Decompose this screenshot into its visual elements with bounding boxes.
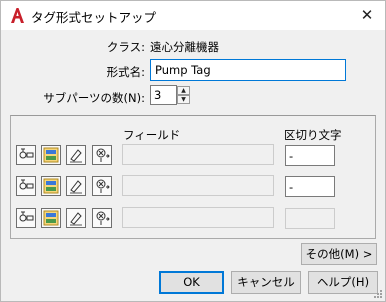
properties-list-icon	[43, 178, 59, 194]
select-object-icon	[19, 211, 34, 222]
ok-button[interactable]: OK	[159, 271, 224, 294]
edit-field-button[interactable]	[66, 176, 86, 196]
format-name-label: 形式名:	[106, 65, 145, 79]
properties-list-icon	[43, 147, 59, 163]
help-button[interactable]: ヘルプ(H)	[308, 271, 378, 294]
subparts-count-input[interactable]: 3	[150, 85, 177, 105]
resize-grip-icon[interactable]	[373, 289, 383, 299]
field-value-input[interactable]	[122, 207, 274, 228]
class-label: クラス:	[106, 40, 145, 54]
select-object-icon	[19, 179, 34, 190]
delimiter-input	[285, 208, 335, 229]
cancel-button[interactable]: キャンセル	[231, 271, 301, 294]
edit-pencil-icon	[70, 212, 82, 226]
edit-field-button[interactable]	[66, 208, 86, 228]
field-column-header: フィールド	[123, 128, 181, 142]
field-value-input[interactable]	[122, 144, 274, 165]
edit-field-button[interactable]	[66, 145, 86, 165]
format-name-input[interactable]: Pump Tag	[150, 59, 346, 81]
properties-list-icon	[43, 210, 59, 226]
calculate-value-button[interactable]	[92, 176, 112, 196]
class-value: 遠心分離機器	[150, 40, 219, 54]
delimiter-column-header: 区切り文字	[284, 128, 342, 142]
select-property-button[interactable]	[41, 145, 61, 165]
calculate-value-button[interactable]	[92, 208, 112, 228]
calculate-icon	[96, 211, 110, 225]
edit-pencil-icon	[70, 149, 82, 163]
select-property-button[interactable]	[41, 208, 61, 228]
autocad-app-icon	[9, 7, 26, 24]
tag-format-setup-dialog: タグ形式セットアップ ✕ クラス: 遠心分離機器 形式名: Pump Tag サ…	[0, 0, 386, 302]
select-object-button[interactable]	[16, 208, 36, 228]
select-object-icon	[19, 148, 34, 159]
subparts-label: サブパーツの数(N):	[43, 91, 145, 105]
spin-down-button[interactable]: ▼	[177, 95, 190, 104]
calculate-value-button[interactable]	[92, 145, 112, 165]
select-property-button[interactable]	[41, 176, 61, 196]
dialog-title: タグ形式セットアップ	[31, 10, 157, 25]
delimiter-input[interactable]: -	[285, 176, 335, 197]
edit-pencil-icon	[70, 180, 82, 194]
spin-up-button[interactable]: ▲	[177, 86, 190, 95]
select-object-button[interactable]	[16, 176, 36, 196]
delimiter-input[interactable]: -	[285, 145, 335, 166]
field-value-input[interactable]	[122, 175, 274, 196]
close-icon[interactable]: ✕	[352, 2, 382, 28]
calculate-icon	[96, 148, 110, 162]
title-bar: タグ形式セットアップ ✕	[1, 1, 385, 30]
more-options-button[interactable]: その他(M) >	[301, 243, 377, 265]
calculate-icon	[96, 179, 110, 193]
select-object-button[interactable]	[16, 145, 36, 165]
